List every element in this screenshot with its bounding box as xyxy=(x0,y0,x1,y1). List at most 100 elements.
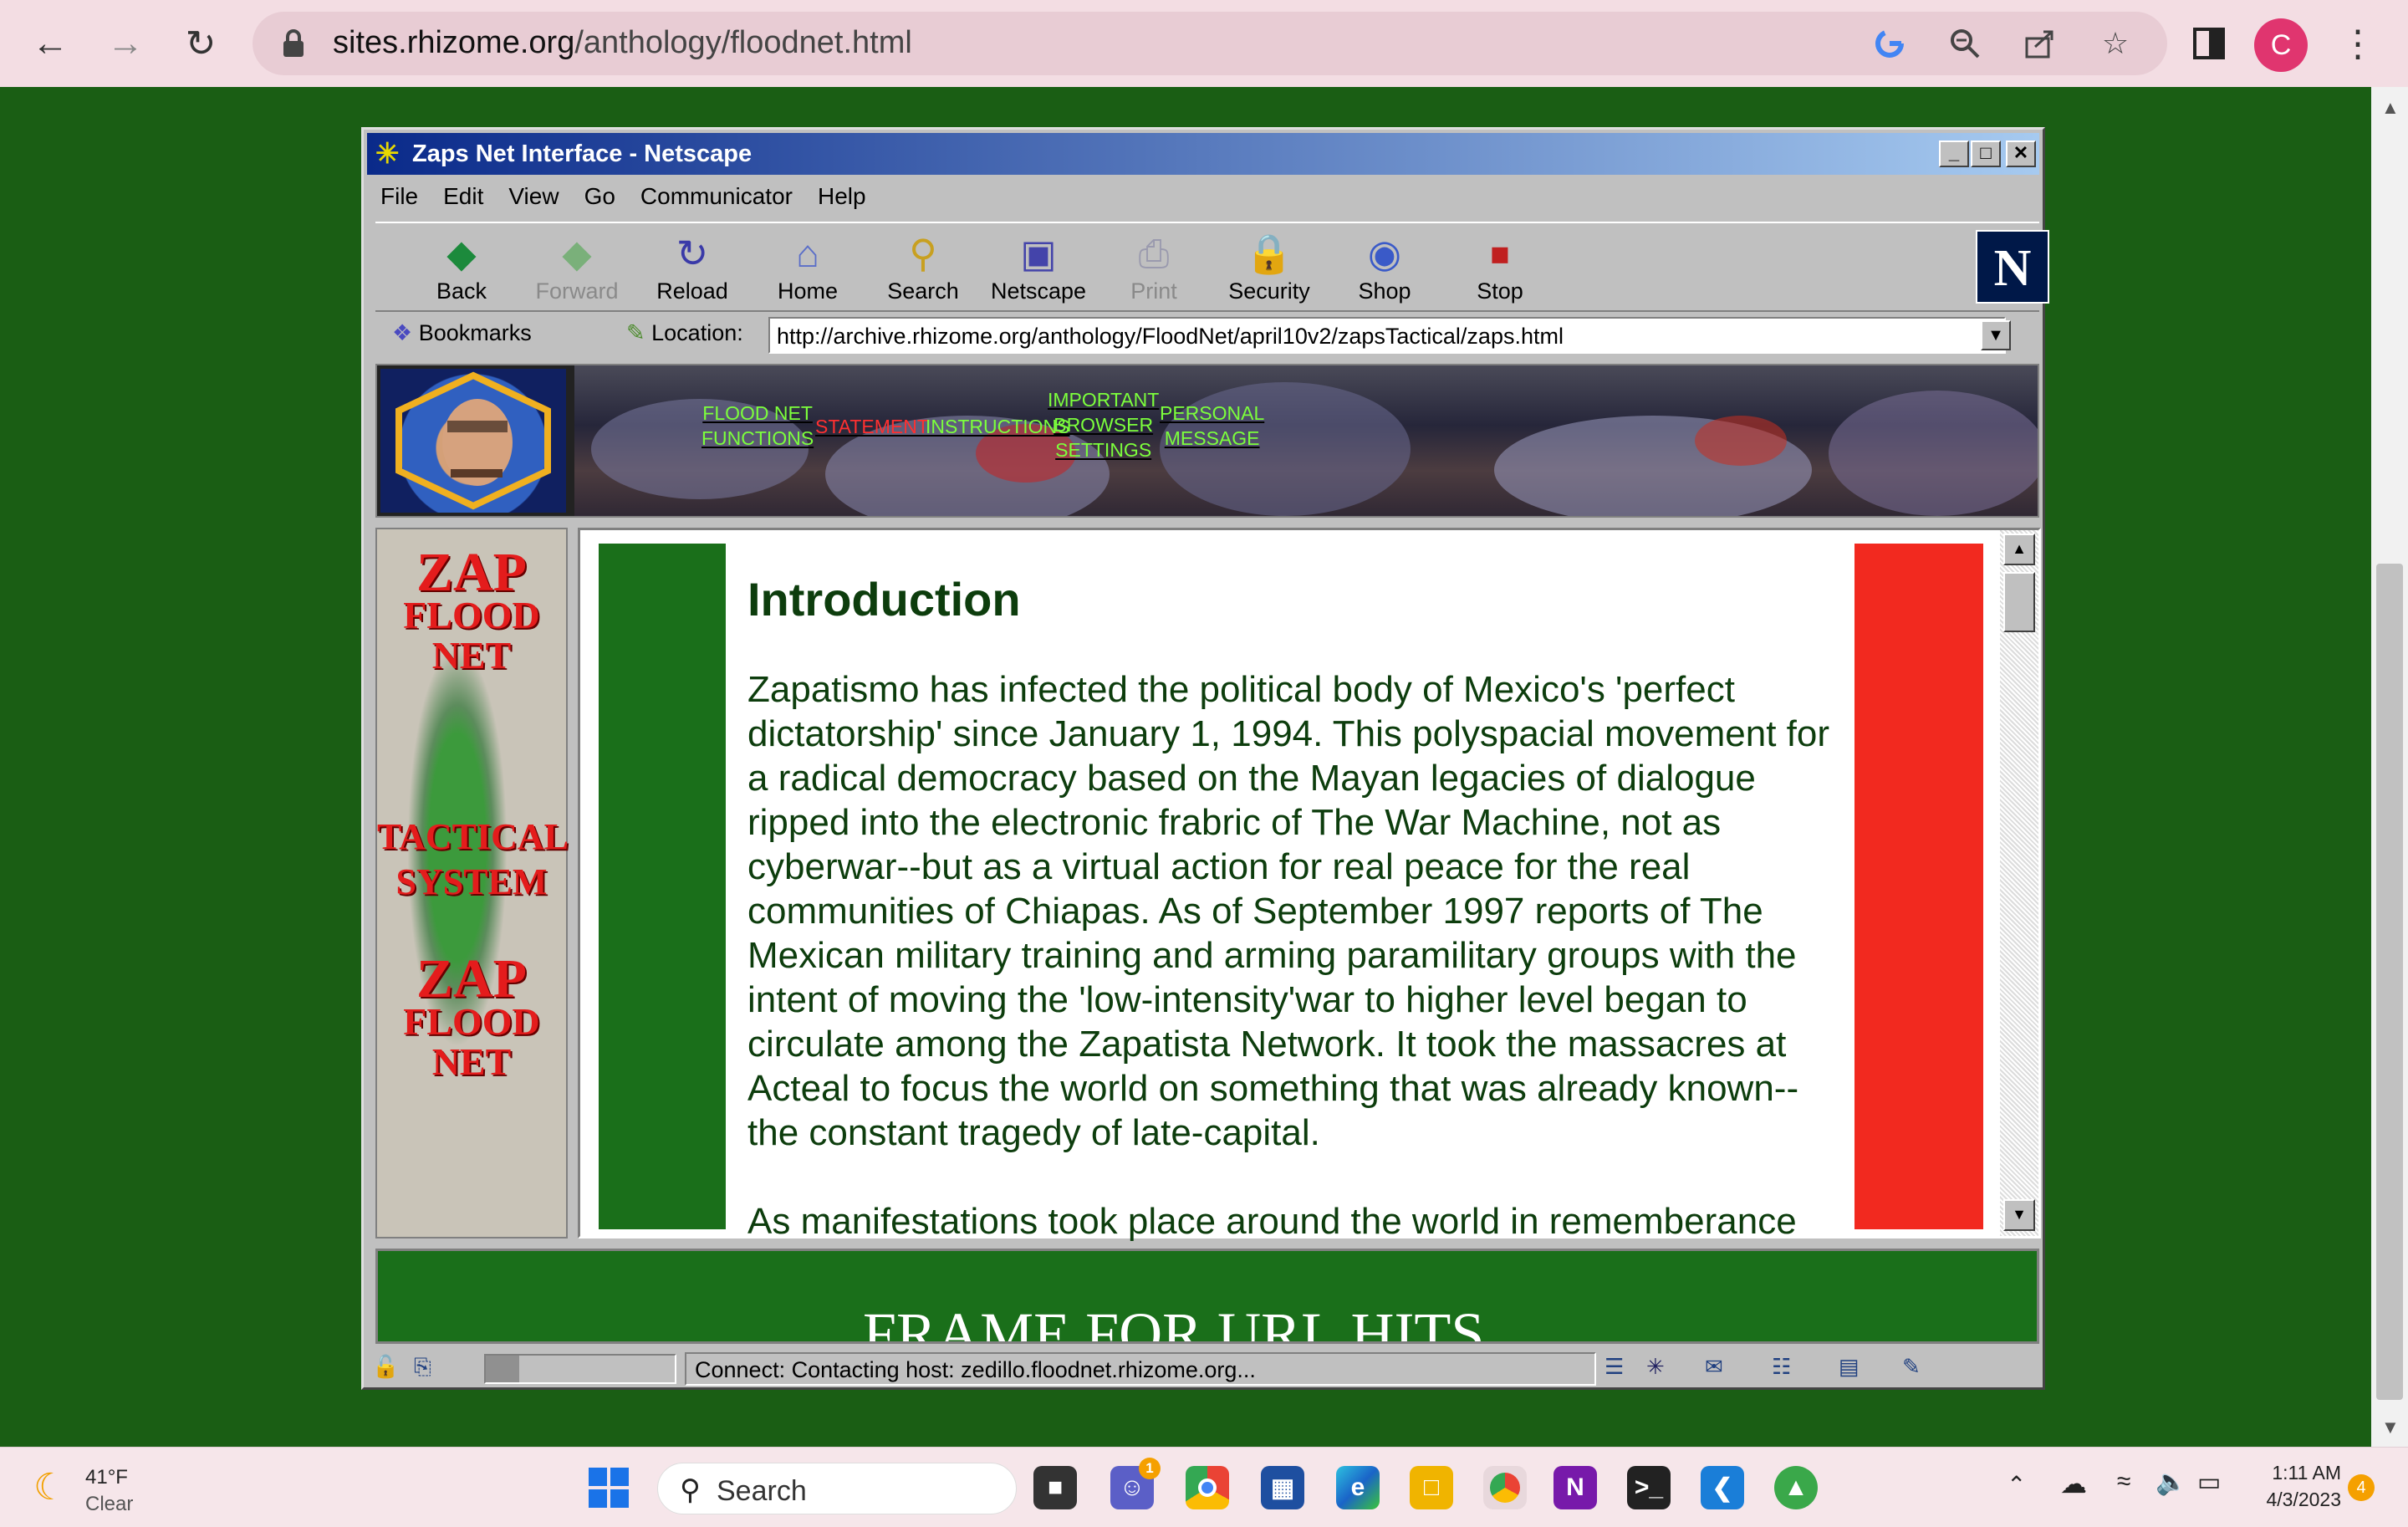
back-icon: ◆ xyxy=(446,232,477,275)
onedrive-cloud-icon[interactable]: ☁ xyxy=(2060,1468,2087,1499)
nav-statement[interactable]: STATEMENT xyxy=(815,414,929,439)
tactical-heading: TACTICAL xyxy=(377,816,569,857)
menu-file[interactable]: File xyxy=(380,183,418,217)
teams-icon[interactable]: ☺ 1 xyxy=(1110,1458,1161,1509)
search-button[interactable]: ⚲ Search xyxy=(870,228,976,309)
frame-scroll-thumb[interactable] xyxy=(2003,572,2035,632)
reload-icon[interactable]: ↻ xyxy=(177,20,224,67)
security-lock-icon[interactable]: 🔓 xyxy=(372,1354,399,1384)
intro-paragraph-2: As manifestations took place around the … xyxy=(747,1201,1797,1242)
groups-icon[interactable]: ☷ xyxy=(1772,1354,1791,1384)
location-icon: ✎ xyxy=(626,320,645,345)
side-panel-icon[interactable] xyxy=(2186,20,2232,67)
forward-button[interactable]: ◆ Forward xyxy=(524,228,630,309)
status-bar: 🔓 ⎘ Connect: Contacting host: zedillo.fl… xyxy=(367,1351,2043,1387)
edge-icon[interactable]: e xyxy=(1336,1466,1380,1509)
back-arrow-icon[interactable]: ← xyxy=(27,20,74,67)
start-button[interactable] xyxy=(589,1468,629,1508)
nav-personal-message[interactable]: PERSONAL MESSAGE xyxy=(1160,401,1264,451)
forward-arrow-icon[interactable]: → xyxy=(102,20,149,67)
volume-icon[interactable]: 🔈 xyxy=(2155,1468,2186,1497)
menu-help[interactable]: Help xyxy=(818,183,866,217)
onenote-icon[interactable]: N xyxy=(1553,1466,1597,1509)
battery-icon[interactable]: ▭ xyxy=(2197,1468,2221,1497)
share-icon[interactable] xyxy=(2020,23,2060,64)
clock[interactable]: 1:11 AM 4/3/2023 xyxy=(2249,1459,2341,1513)
crowd-shape xyxy=(1695,416,1787,466)
portrait-graphic xyxy=(395,371,551,510)
shop-button[interactable]: ◉ Shop xyxy=(1332,228,1437,309)
system-heading: SYSTEM xyxy=(395,861,548,902)
chevron-up-icon[interactable]: ⌃ xyxy=(2007,1471,2026,1499)
app-shield-icon[interactable]: ▲ xyxy=(1774,1466,1818,1509)
flood-heading: FLOOD xyxy=(403,594,540,636)
file-explorer-icon[interactable]: □ xyxy=(1410,1466,1453,1509)
scroll-thumb[interactable] xyxy=(2376,564,2403,1400)
stop-button[interactable]: ⏹ Stop xyxy=(1447,228,1553,309)
maximize-button[interactable]: □ xyxy=(1971,140,2001,167)
window-title: Zaps Net Interface - Netscape xyxy=(412,140,752,167)
netscape-window: ✳ Zaps Net Interface - Netscape _ □ ✕ Fi… xyxy=(361,127,2049,1390)
navigator-icon[interactable]: ✳ xyxy=(1646,1354,1665,1384)
red-band xyxy=(1854,544,1983,1229)
menu-edit[interactable]: Edit xyxy=(443,183,483,217)
location-toolbar: ❖ Bookmarks ✎ Location: http://archive.r… xyxy=(375,315,2039,357)
menu-go[interactable]: Go xyxy=(584,183,615,217)
home-button[interactable]: ⌂ Home xyxy=(755,228,860,309)
scroll-up-arrow-icon[interactable]: ▲ xyxy=(2003,534,2035,565)
lock-icon xyxy=(283,29,304,57)
chrome-profile-icon[interactable] xyxy=(1483,1466,1527,1509)
crowd-photo-banner: FLOOD NET FUNCTIONS STATEMENT INSTRUCTION… xyxy=(574,365,2038,516)
clock-time: 1:11 AM xyxy=(2272,1462,2341,1484)
browser-toolbar: ← → ↻ sites.rhizome.org/anthology/floodn… xyxy=(0,0,2408,87)
zoom-icon[interactable] xyxy=(1945,23,1985,64)
more-menu-icon[interactable]: ⋮ xyxy=(2334,20,2381,67)
chrome-icon[interactable] xyxy=(1186,1466,1229,1509)
menu-view[interactable]: View xyxy=(508,183,559,217)
scroll-down-arrow-icon[interactable]: ▼ xyxy=(2381,1417,2400,1438)
reload-button[interactable]: ↻ Reload xyxy=(640,228,745,309)
vscode-icon[interactable]: ❮ xyxy=(1701,1466,1744,1509)
address-book-icon[interactable]: ▤ xyxy=(1839,1354,1860,1384)
stop-icon: ⏹ xyxy=(1490,232,1510,275)
composer-icon[interactable]: ✎ xyxy=(1902,1354,1921,1384)
url-text: sites.rhizome.org/anthology/floodnet.htm… xyxy=(333,25,912,60)
print-button[interactable]: ⎙ Print xyxy=(1101,228,1207,309)
page-scrollbar[interactable]: ▲ ▼ xyxy=(2371,87,2408,1447)
netscape-logo[interactable]: N xyxy=(1976,230,2049,304)
crowd-shape xyxy=(1829,391,2038,516)
mail-icon[interactable]: ✉ xyxy=(1705,1354,1723,1384)
bookmarks-button[interactable]: ❖ Bookmarks xyxy=(392,320,532,346)
connection-icon: ⎘ xyxy=(414,1354,431,1379)
terminal-icon[interactable]: >_ xyxy=(1627,1466,1671,1509)
google-icon[interactable] xyxy=(1870,23,1910,64)
task-view-icon[interactable]: ■ xyxy=(1033,1466,1077,1509)
location-input[interactable]: http://archive.rhizome.org/anthology/Flo… xyxy=(768,317,2006,354)
my-netscape-button[interactable]: ▣ Netscape xyxy=(986,228,1091,309)
scroll-up-arrow-icon[interactable]: ▲ xyxy=(2381,97,2400,119)
menu-communicator[interactable]: Communicator xyxy=(640,183,793,217)
notification-badge[interactable]: 4 xyxy=(2348,1474,2375,1501)
teams-badge: 1 xyxy=(1139,1458,1161,1479)
flood-heading-2: FLOOD xyxy=(403,1000,540,1043)
frame-scrollbar[interactable]: ▲ ▼ xyxy=(2000,530,2038,1236)
store-icon[interactable]: ▦ xyxy=(1261,1466,1304,1509)
taskbar-search[interactable]: ⚲ Search xyxy=(657,1463,1017,1514)
star-icon[interactable]: ☆ xyxy=(2095,23,2135,64)
status-text: Connect: Contacting host: zedillo.floodn… xyxy=(685,1352,1596,1386)
location-dropdown-arrow-icon[interactable]: ▼ xyxy=(1981,320,2011,350)
address-bar[interactable]: sites.rhizome.org/anthology/floodnet.htm… xyxy=(253,12,2167,75)
minimize-button[interactable]: _ xyxy=(1939,140,1969,167)
scroll-down-arrow-icon[interactable]: ▼ xyxy=(2003,1199,2035,1231)
reload-page-icon: ↻ xyxy=(676,232,709,275)
close-button[interactable]: ✕ xyxy=(2006,140,2036,167)
wifi-icon[interactable]: ≈ xyxy=(2117,1468,2130,1496)
clock-date: 4/3/2023 xyxy=(2266,1489,2341,1510)
nav-important-browser-settings[interactable]: IMPORTANT BROWSER SETTINGS xyxy=(1048,387,1159,462)
back-button[interactable]: ◆ Back xyxy=(409,228,514,309)
main-content-frame: Introduction Zapatismo has infected the … xyxy=(578,528,2041,1242)
profile-avatar[interactable]: C xyxy=(2254,18,2308,72)
my-netscape-icon: ▣ xyxy=(1020,232,1057,275)
nav-flood-net-functions[interactable]: FLOOD NET FUNCTIONS xyxy=(701,401,814,451)
security-button[interactable]: 🔒 Security xyxy=(1217,228,1322,309)
